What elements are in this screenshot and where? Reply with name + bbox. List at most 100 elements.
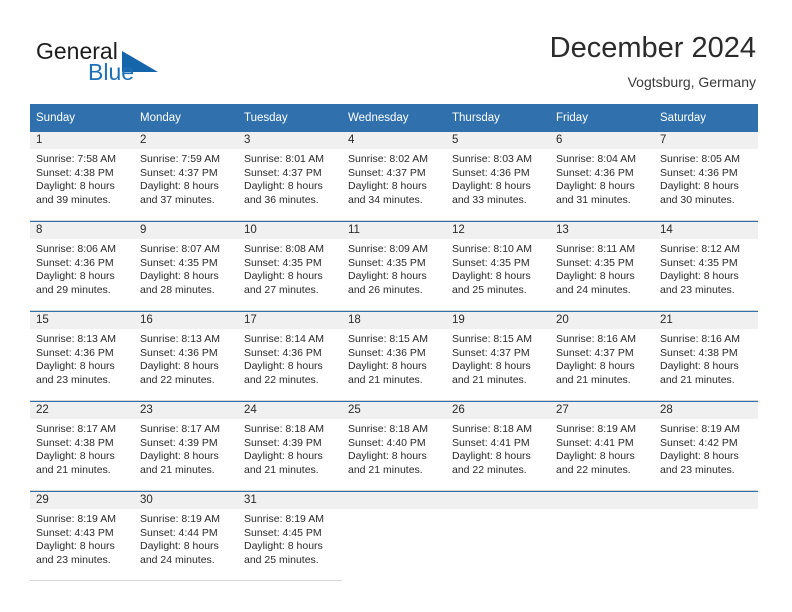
calendar-day-cell[interactable]: 7 Sunrise: 8:05 AM Sunset: 4:36 PM Daylight… (654, 132, 758, 222)
sunset-time: Sunset: 4:37 PM (140, 166, 218, 179)
calendar-day-cell[interactable]: 27 Sunrise: 8:19 AM Sunset: 4:41 PM Dayligh… (550, 401, 654, 492)
calendar-day-cell[interactable]: 14 Sunrise: 8:12 AM Sunset: 4:35 PM Dayligh… (654, 221, 758, 312)
weekday-header-thursday: Thursday (446, 104, 550, 132)
daylight-duration-line1: Daylight: 8 hours (244, 360, 323, 373)
general-blue-logo[interactable]: General Blue (36, 38, 226, 90)
calendar-table: Sunday Monday Tuesday Wednesday Thursday… (30, 104, 758, 581)
calendar-day-cell[interactable]: 21 Sunrise: 8:16 AM Sunset: 4:38 PM Dayligh… (654, 311, 758, 402)
calendar-page: General Blue December 2024 Vogtsburg, Ge… (0, 0, 792, 612)
sunset-time: Sunset: 4:38 PM (36, 166, 114, 179)
day-number: 14 (654, 222, 758, 239)
day-details: Sunrise: 8:19 AM Sunset: 4:44 PM Daylight:… (134, 509, 238, 575)
calendar-day-cell[interactable]: 29 Sunrise: 8:19 AM Sunset: 4:43 PM Dayligh… (30, 491, 134, 581)
daylight-duration-line2: and 23 minutes. (36, 553, 111, 566)
calendar-day-cell[interactable]: 11 Sunrise: 8:09 AM Sunset: 4:35 PM Dayligh… (342, 221, 446, 312)
day-details: Sunrise: 8:01 AM Sunset: 4:37 PM Daylight:… (238, 149, 342, 215)
calendar-day-cell (654, 491, 758, 581)
daylight-duration-line2: and 23 minutes. (660, 283, 735, 296)
day-number: 21 (654, 312, 758, 329)
day-details: Sunrise: 8:06 AM Sunset: 4:36 PM Daylight:… (30, 239, 134, 305)
daylight-duration-line1: Daylight: 8 hours (452, 180, 531, 193)
calendar-day-cell[interactable]: 9 Sunrise: 8:07 AM Sunset: 4:35 PM Daylight… (134, 221, 238, 312)
calendar-day-cell[interactable]: 16 Sunrise: 8:13 AM Sunset: 4:36 PM Dayligh… (134, 311, 238, 402)
calendar-head: Sunday Monday Tuesday Wednesday Thursday… (30, 104, 758, 132)
daylight-duration-line2: and 21 minutes. (348, 373, 423, 386)
day-details: Sunrise: 8:14 AM Sunset: 4:36 PM Daylight:… (238, 329, 342, 395)
sunset-time: Sunset: 4:38 PM (660, 346, 738, 359)
calendar-day-cell[interactable]: 12 Sunrise: 8:10 AM Sunset: 4:35 PM Dayligh… (446, 221, 550, 312)
day-cell-inner: 15 Sunrise: 8:13 AM Sunset: 4:36 PM Dayligh… (30, 312, 134, 401)
calendar-week-row: 8 Sunrise: 8:06 AM Sunset: 4:36 PM Daylight… (30, 221, 758, 312)
day-cell-inner: 10 Sunrise: 8:08 AM Sunset: 4:35 PM Dayligh… (238, 222, 342, 311)
calendar-day-cell[interactable]: 5 Sunrise: 8:03 AM Sunset: 4:36 PM Daylight… (446, 132, 550, 222)
daylight-duration-line2: and 21 minutes. (244, 463, 319, 476)
day-details: Sunrise: 8:17 AM Sunset: 4:39 PM Daylight:… (134, 419, 238, 485)
sunrise-time: Sunrise: 8:08 AM (244, 243, 324, 255)
day-details: Sunrise: 8:19 AM Sunset: 4:43 PM Daylight:… (30, 509, 134, 575)
calendar-day-cell[interactable]: 26 Sunrise: 8:18 AM Sunset: 4:41 PM Dayligh… (446, 401, 550, 492)
calendar-day-cell[interactable]: 30 Sunrise: 8:19 AM Sunset: 4:44 PM Dayligh… (134, 491, 238, 581)
calendar-day-cell[interactable]: 3 Sunrise: 8:01 AM Sunset: 4:37 PM Daylight… (238, 132, 342, 222)
day-cell-inner: 17 Sunrise: 8:14 AM Sunset: 4:36 PM Dayligh… (238, 312, 342, 401)
day-details: Sunrise: 8:16 AM Sunset: 4:37 PM Daylight:… (550, 329, 654, 395)
calendar-day-cell[interactable]: 10 Sunrise: 8:08 AM Sunset: 4:35 PM Dayligh… (238, 221, 342, 312)
sunset-time: Sunset: 4:37 PM (452, 346, 530, 359)
page-title: December 2024 (549, 32, 756, 64)
day-cell-inner: 26 Sunrise: 8:18 AM Sunset: 4:41 PM Dayligh… (446, 402, 550, 491)
sunrise-time: Sunrise: 7:59 AM (140, 153, 220, 165)
day-number: 20 (550, 312, 654, 329)
sunset-time: Sunset: 4:39 PM (244, 436, 322, 449)
daylight-duration-line2: and 37 minutes. (140, 193, 215, 206)
calendar-day-cell[interactable]: 4 Sunrise: 8:02 AM Sunset: 4:37 PM Daylight… (342, 132, 446, 222)
calendar-day-cell[interactable]: 18 Sunrise: 8:15 AM Sunset: 4:36 PM Dayligh… (342, 311, 446, 402)
day-cell-inner (550, 492, 654, 580)
day-number (446, 492, 550, 509)
day-cell-inner: 21 Sunrise: 8:16 AM Sunset: 4:38 PM Dayligh… (654, 312, 758, 401)
calendar-day-cell[interactable]: 2 Sunrise: 7:59 AM Sunset: 4:37 PM Daylight… (134, 132, 238, 222)
calendar-day-cell[interactable]: 28 Sunrise: 8:19 AM Sunset: 4:42 PM Dayligh… (654, 401, 758, 492)
calendar-day-cell[interactable]: 15 Sunrise: 8:13 AM Sunset: 4:36 PM Dayligh… (30, 311, 134, 402)
calendar-day-cell[interactable]: 17 Sunrise: 8:14 AM Sunset: 4:36 PM Dayligh… (238, 311, 342, 402)
day-number: 27 (550, 402, 654, 419)
day-details: Sunrise: 8:09 AM Sunset: 4:35 PM Daylight:… (342, 239, 446, 305)
sunset-time: Sunset: 4:36 PM (244, 346, 322, 359)
calendar-day-cell[interactable]: 13 Sunrise: 8:11 AM Sunset: 4:35 PM Dayligh… (550, 221, 654, 312)
sunset-time: Sunset: 4:37 PM (348, 166, 426, 179)
sunrise-time: Sunrise: 8:18 AM (452, 423, 532, 435)
calendar-day-cell[interactable]: 22 Sunrise: 8:17 AM Sunset: 4:38 PM Dayligh… (30, 401, 134, 492)
sunset-time: Sunset: 4:43 PM (36, 526, 114, 539)
day-number: 18 (342, 312, 446, 329)
calendar-day-cell[interactable]: 31 Sunrise: 8:19 AM Sunset: 4:45 PM Dayligh… (238, 491, 342, 581)
calendar-day-cell[interactable]: 8 Sunrise: 8:06 AM Sunset: 4:36 PM Daylight… (30, 221, 134, 312)
daylight-duration-line1: Daylight: 8 hours (36, 360, 115, 373)
sunset-time: Sunset: 4:41 PM (452, 436, 530, 449)
calendar-day-cell[interactable]: 24 Sunrise: 8:18 AM Sunset: 4:39 PM Dayligh… (238, 401, 342, 492)
calendar-day-cell[interactable]: 6 Sunrise: 8:04 AM Sunset: 4:36 PM Daylight… (550, 132, 654, 222)
daylight-duration-line1: Daylight: 8 hours (556, 360, 635, 373)
daylight-duration-line2: and 22 minutes. (556, 463, 631, 476)
calendar-day-cell[interactable]: 20 Sunrise: 8:16 AM Sunset: 4:37 PM Dayligh… (550, 311, 654, 402)
calendar-day-cell[interactable]: 25 Sunrise: 8:18 AM Sunset: 4:40 PM Dayligh… (342, 401, 446, 492)
day-cell-inner: 28 Sunrise: 8:19 AM Sunset: 4:42 PM Dayligh… (654, 402, 758, 491)
day-details: Sunrise: 7:59 AM Sunset: 4:37 PM Daylight:… (134, 149, 238, 215)
day-cell-inner: 16 Sunrise: 8:13 AM Sunset: 4:36 PM Dayligh… (134, 312, 238, 401)
calendar-day-cell[interactable]: 19 Sunrise: 8:15 AM Sunset: 4:37 PM Dayligh… (446, 311, 550, 402)
sunrise-time: Sunrise: 7:58 AM (36, 153, 116, 165)
day-details: Sunrise: 8:16 AM Sunset: 4:38 PM Daylight:… (654, 329, 758, 395)
sunset-time: Sunset: 4:44 PM (140, 526, 218, 539)
day-number: 17 (238, 312, 342, 329)
day-number: 1 (30, 132, 134, 149)
sunrise-time: Sunrise: 8:19 AM (660, 423, 740, 435)
day-number: 22 (30, 402, 134, 419)
day-details: Sunrise: 8:15 AM Sunset: 4:36 PM Daylight:… (342, 329, 446, 395)
day-details: Sunrise: 8:18 AM Sunset: 4:40 PM Daylight:… (342, 419, 446, 485)
calendar-day-cell (446, 491, 550, 581)
day-cell-inner: 29 Sunrise: 8:19 AM Sunset: 4:43 PM Dayligh… (30, 492, 134, 581)
day-details: Sunrise: 8:03 AM Sunset: 4:36 PM Daylight:… (446, 149, 550, 215)
daylight-duration-line2: and 21 minutes. (36, 463, 111, 476)
day-details: Sunrise: 8:10 AM Sunset: 4:35 PM Daylight:… (446, 239, 550, 305)
calendar-day-cell[interactable]: 23 Sunrise: 8:17 AM Sunset: 4:39 PM Dayligh… (134, 401, 238, 492)
sunrise-time: Sunrise: 8:19 AM (36, 513, 116, 525)
calendar-day-cell[interactable]: 1 Sunrise: 7:58 AM Sunset: 4:38 PM Daylight… (30, 132, 134, 222)
daylight-duration-line1: Daylight: 8 hours (556, 180, 635, 193)
